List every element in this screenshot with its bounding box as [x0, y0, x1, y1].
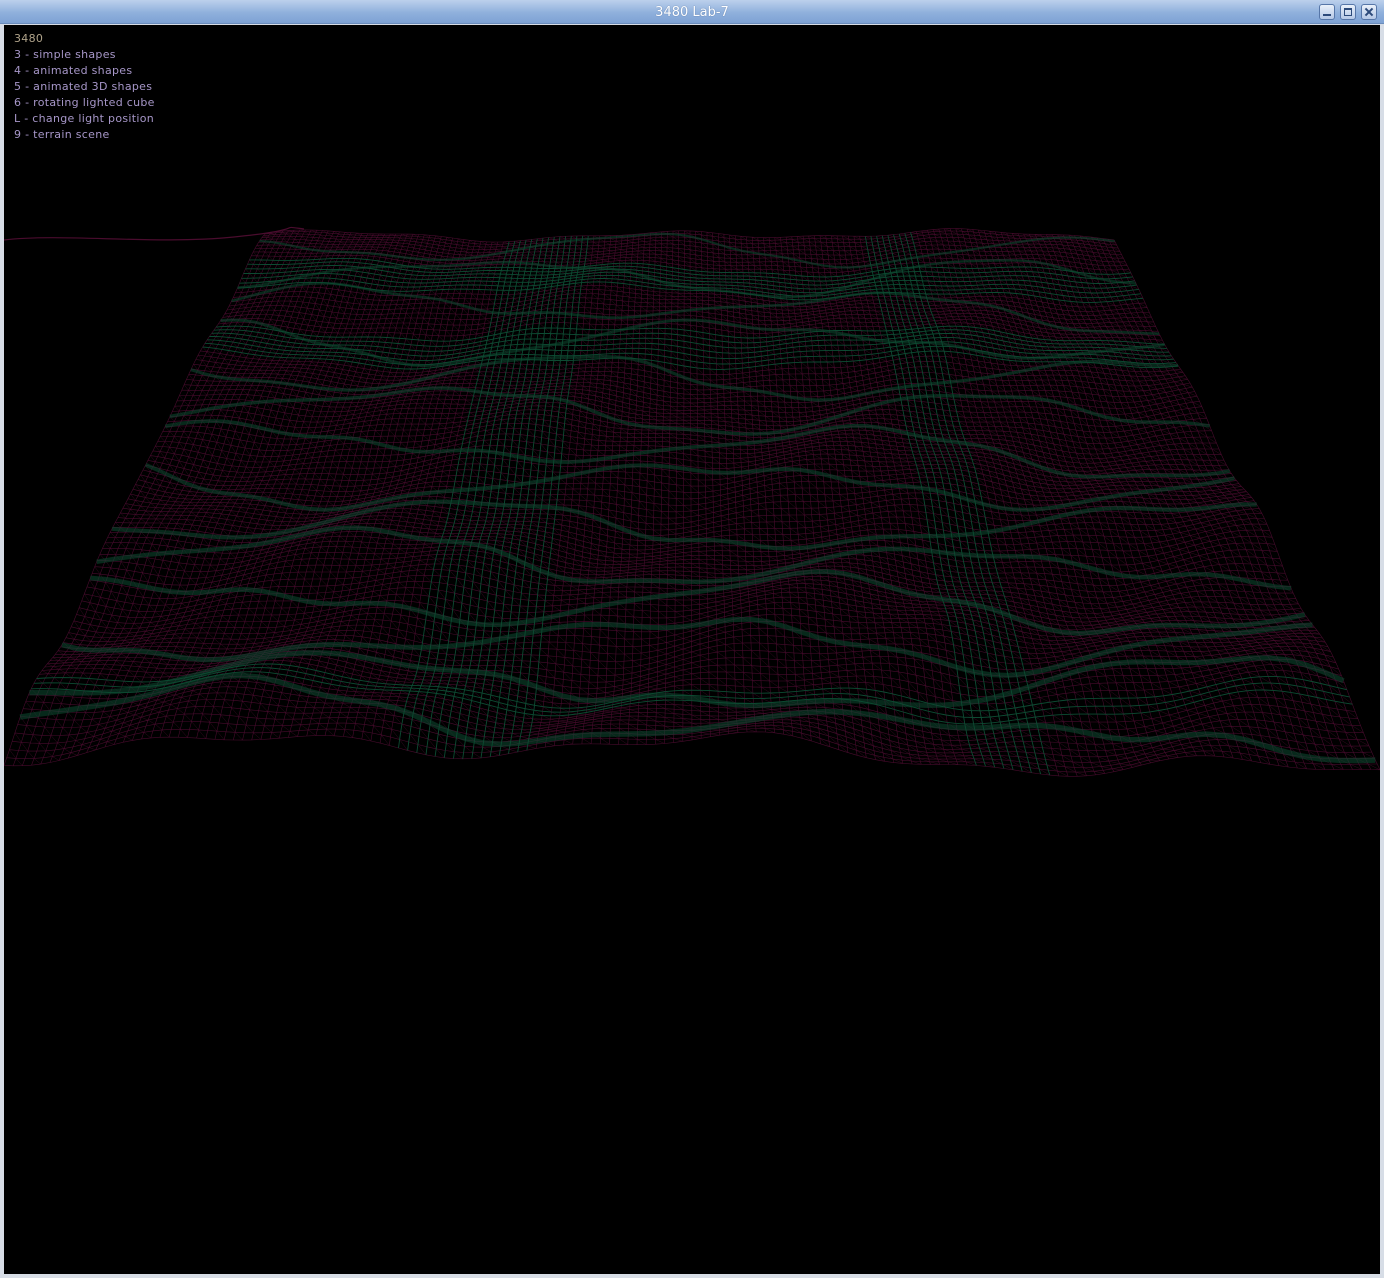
terrain-ridge [111, 499, 1257, 551]
menu-heading: 3480 [14, 32, 44, 45]
terrain-horizon-line [4, 226, 305, 241]
maximize-icon[interactable] [1340, 4, 1356, 20]
menu-item-rotating-lighted-cube: 6 - rotating lighted cube [14, 96, 155, 109]
menu-item-change-light-position: L - change light position [14, 112, 155, 125]
menu-item-terrain-scene: 9 - terrain scene [14, 128, 110, 141]
minimize-icon[interactable] [1319, 4, 1335, 20]
menu-item-simple-shapes: 3 - simple shapes [14, 48, 116, 61]
terrain-wireframe [4, 226, 1380, 777]
menu-item-animated-shapes: 4 - animated shapes [14, 64, 133, 77]
keyboard-menu: 3480 3 - simple shapes 4 - animated shap… [14, 31, 155, 143]
menu-item-animated-3d-shapes: 5 - animated 3D shapes [14, 80, 153, 93]
app-window: 3480 Lab-7 3480 3 - simple shapes 4 - an… [0, 0, 1384, 1278]
gl-canvas[interactable]: 3480 3 - simple shapes 4 - animated shap… [4, 25, 1380, 1274]
close-icon[interactable] [1361, 4, 1377, 20]
title-bar[interactable]: 3480 Lab-7 [0, 0, 1384, 24]
window-title: 3480 Lab-7 [655, 5, 729, 20]
